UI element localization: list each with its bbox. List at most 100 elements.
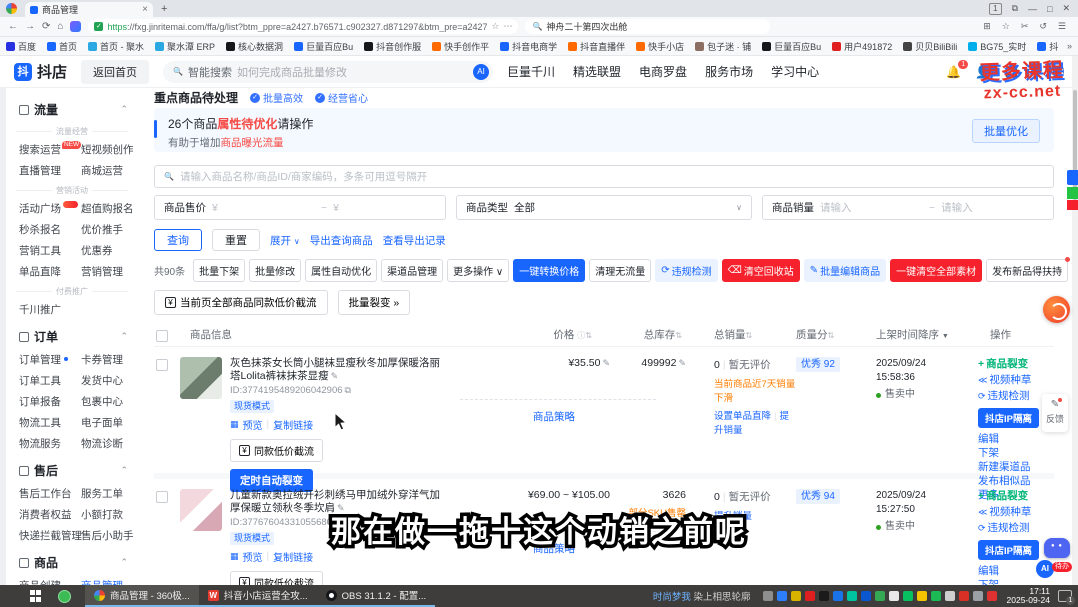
select-all-checkbox[interactable] [156, 330, 168, 342]
ai-assistant-widget[interactable]: AI 待办 [1036, 538, 1072, 578]
sidebar-item[interactable]: 商品创建 [19, 576, 81, 585]
chevron-up-icon[interactable]: ⌃ [120, 465, 128, 476]
sidebar-item[interactable]: 快递拦截管理 [19, 526, 81, 547]
session-count-badge[interactable]: 1 [989, 3, 1001, 15]
qr-code-icon[interactable]: ▦ [230, 551, 239, 562]
browser-logo-icon[interactable] [6, 3, 17, 14]
video-seeding-link[interactable]: ≪视频种草 [978, 373, 1054, 388]
price-range-filter[interactable]: 商品售价 ¥ ~ ¥ [154, 195, 446, 220]
close-button[interactable]: ✕ [1062, 3, 1070, 14]
product-fission-link[interactable]: +商品裂变 [978, 357, 1054, 372]
reset-button[interactable]: 重置 [212, 229, 260, 251]
url-more-icon[interactable]: ⋯ [503, 21, 512, 32]
browser-tab[interactable]: 商品管理 × [25, 2, 153, 17]
url-text[interactable]: https://fxg.jinritemai.com/ffa/g/list?bt… [107, 22, 487, 32]
bookmark-item[interactable]: 百度 [6, 40, 36, 53]
tray-icon[interactable] [917, 591, 927, 601]
copy-link[interactable]: 复制链接 [273, 417, 313, 432]
sidebar-item[interactable]: 小额打款 [81, 505, 138, 526]
product-image[interactable] [180, 489, 222, 531]
toolbar-button[interactable]: 一键转换价格 [513, 259, 585, 282]
tray-icon[interactable] [931, 591, 941, 601]
type-filter-select[interactable]: 商品类型 全部 ∨ [456, 195, 752, 220]
header-quality[interactable]: 质量分⇅ [796, 327, 876, 342]
bookmark-item[interactable]: 巨量百应Bu [762, 40, 821, 53]
sidebar-section-goods[interactable]: 商品 ⌃ [6, 547, 138, 576]
sidebar-item[interactable]: 售后小助手 [81, 526, 138, 547]
sidebar-item[interactable]: 物流诊断 [81, 434, 138, 455]
sidebar-item[interactable]: 发货中心 [81, 371, 138, 392]
sidebar-item[interactable]: 订单管理 [19, 350, 81, 371]
toolbar-button[interactable]: ✎批量编辑商品 [804, 259, 886, 282]
row-checkbox[interactable] [156, 491, 168, 503]
smart-search-box[interactable]: 🔍 智能搜索 如何完成商品批量修改 AI [163, 61, 493, 83]
ai-icon[interactable]: AI [473, 64, 489, 80]
tray-icon[interactable] [973, 591, 983, 601]
header-sales[interactable]: 总销量⇅ [686, 327, 796, 342]
delist-link[interactable]: 下架 [978, 446, 1054, 460]
new-tab-button[interactable]: + [161, 3, 167, 15]
tray-icon[interactable] [805, 591, 815, 601]
notification-center-icon[interactable]: 1 [1058, 590, 1072, 602]
sidebar-item[interactable]: 超值购报名 [81, 199, 138, 220]
export-log-link[interactable]: 查看导出记录 [383, 233, 446, 248]
toolbar-button[interactable]: 批量修改 [249, 259, 301, 282]
batch-fission-button[interactable]: 批量裂变 » [338, 290, 411, 315]
minimize-button[interactable]: — [1028, 4, 1037, 14]
sidebar-item[interactable]: 秒杀报名 [19, 220, 81, 241]
sidebar-item[interactable]: 订单报备 [19, 392, 81, 413]
forward-icon[interactable]: → [25, 21, 35, 32]
violation-check-link[interactable]: ⟳违规检测 [978, 521, 1054, 536]
feedback-float-button[interactable]: ✎ 反馈 [1042, 394, 1068, 432]
preview-link[interactable]: 预览 [243, 549, 263, 564]
delist-link[interactable]: 下架 [978, 578, 1054, 585]
bookmark-item[interactable]: 抖音电商学 [500, 40, 557, 53]
back-home-button[interactable]: 返回首页 [81, 60, 149, 84]
edit-icon[interactable]: ✎ [331, 371, 339, 381]
bookmark-item[interactable]: 抖音电商内 [1037, 40, 1059, 53]
edge-widget-blue[interactable] [1067, 170, 1078, 185]
toolbar-button[interactable]: 一键清空全部素材 [890, 259, 982, 282]
chevron-up-icon[interactable]: ⌃ [120, 557, 128, 568]
url-bar[interactable]: ✓ https://fxg.jinritemai.com/ffa/g/list?… [88, 19, 518, 34]
header-price[interactable]: 价格 ⓘ⇅ [480, 327, 614, 342]
sidebar-item[interactable]: 消费者权益 [19, 505, 81, 526]
video-seeding-link[interactable]: ≪视频种草 [978, 505, 1054, 520]
tray-icon[interactable] [833, 591, 843, 601]
sidebar-item[interactable]: 优价推手 [81, 220, 138, 241]
app-nav-link[interactable]: 服务市场 [705, 63, 753, 80]
bookmark-item[interactable]: 抖音直播伴 [568, 40, 625, 53]
page-scrollbar[interactable] [1072, 56, 1078, 585]
preview-link[interactable]: 预览 [243, 417, 263, 432]
sort-icon[interactable]: ⇅ [746, 331, 753, 340]
maximize-button[interactable]: □ [1047, 4, 1052, 14]
tray-icon[interactable] [959, 591, 969, 601]
chevron-up-icon[interactable]: ⌃ [120, 104, 128, 115]
tray-icon[interactable] [945, 591, 955, 601]
screenshot-icon[interactable]: ✂ [1021, 21, 1029, 32]
bookmark-item[interactable]: 用户491872 [832, 40, 892, 53]
browser-search-query[interactable]: 神舟二十第四次出舱 [546, 20, 627, 33]
edit-icon[interactable]: ✎ [678, 358, 686, 368]
bookmark-item[interactable]: 包子迷 · 铺 [695, 40, 751, 53]
sidebar-section-traffic[interactable]: 流量 ⌃ [6, 94, 138, 123]
bookmark-item[interactable]: BG75_实时 [968, 40, 1026, 53]
product-search-input[interactable]: 🔍 请输入商品名称/商品ID/商家编码，多条可用逗号隔开 [154, 165, 1054, 188]
sidebar-item[interactable]: 短视频创作 [81, 140, 138, 161]
new-channel-product-link[interactable]: 新建渠道品 [978, 460, 1054, 474]
edge-widget-red[interactable] [1067, 200, 1078, 210]
query-button[interactable]: 查询 [154, 229, 202, 251]
expand-link[interactable]: 展开 ∨ [270, 233, 300, 248]
sort-icon[interactable]: ⇅ [828, 331, 835, 340]
product-image[interactable] [180, 357, 222, 399]
reload-icon[interactable]: ⟳ [42, 21, 50, 32]
bookmarks-overflow-icon[interactable]: » [1067, 41, 1072, 51]
sidebar-item[interactable]: 卡券管理 [81, 350, 138, 371]
edit-icon[interactable]: ✎ [602, 358, 610, 368]
taskbar-task[interactable]: 商品管理 - 360极... [85, 585, 199, 607]
sidebar-item[interactable]: 搜索运营NEW [19, 140, 81, 161]
bookmark-item[interactable]: 核心数据洞 [226, 40, 283, 53]
back-icon[interactable]: ← [8, 21, 18, 32]
split-screen-icon[interactable]: ⧉ [1012, 3, 1018, 14]
tray-icon[interactable] [819, 591, 829, 601]
